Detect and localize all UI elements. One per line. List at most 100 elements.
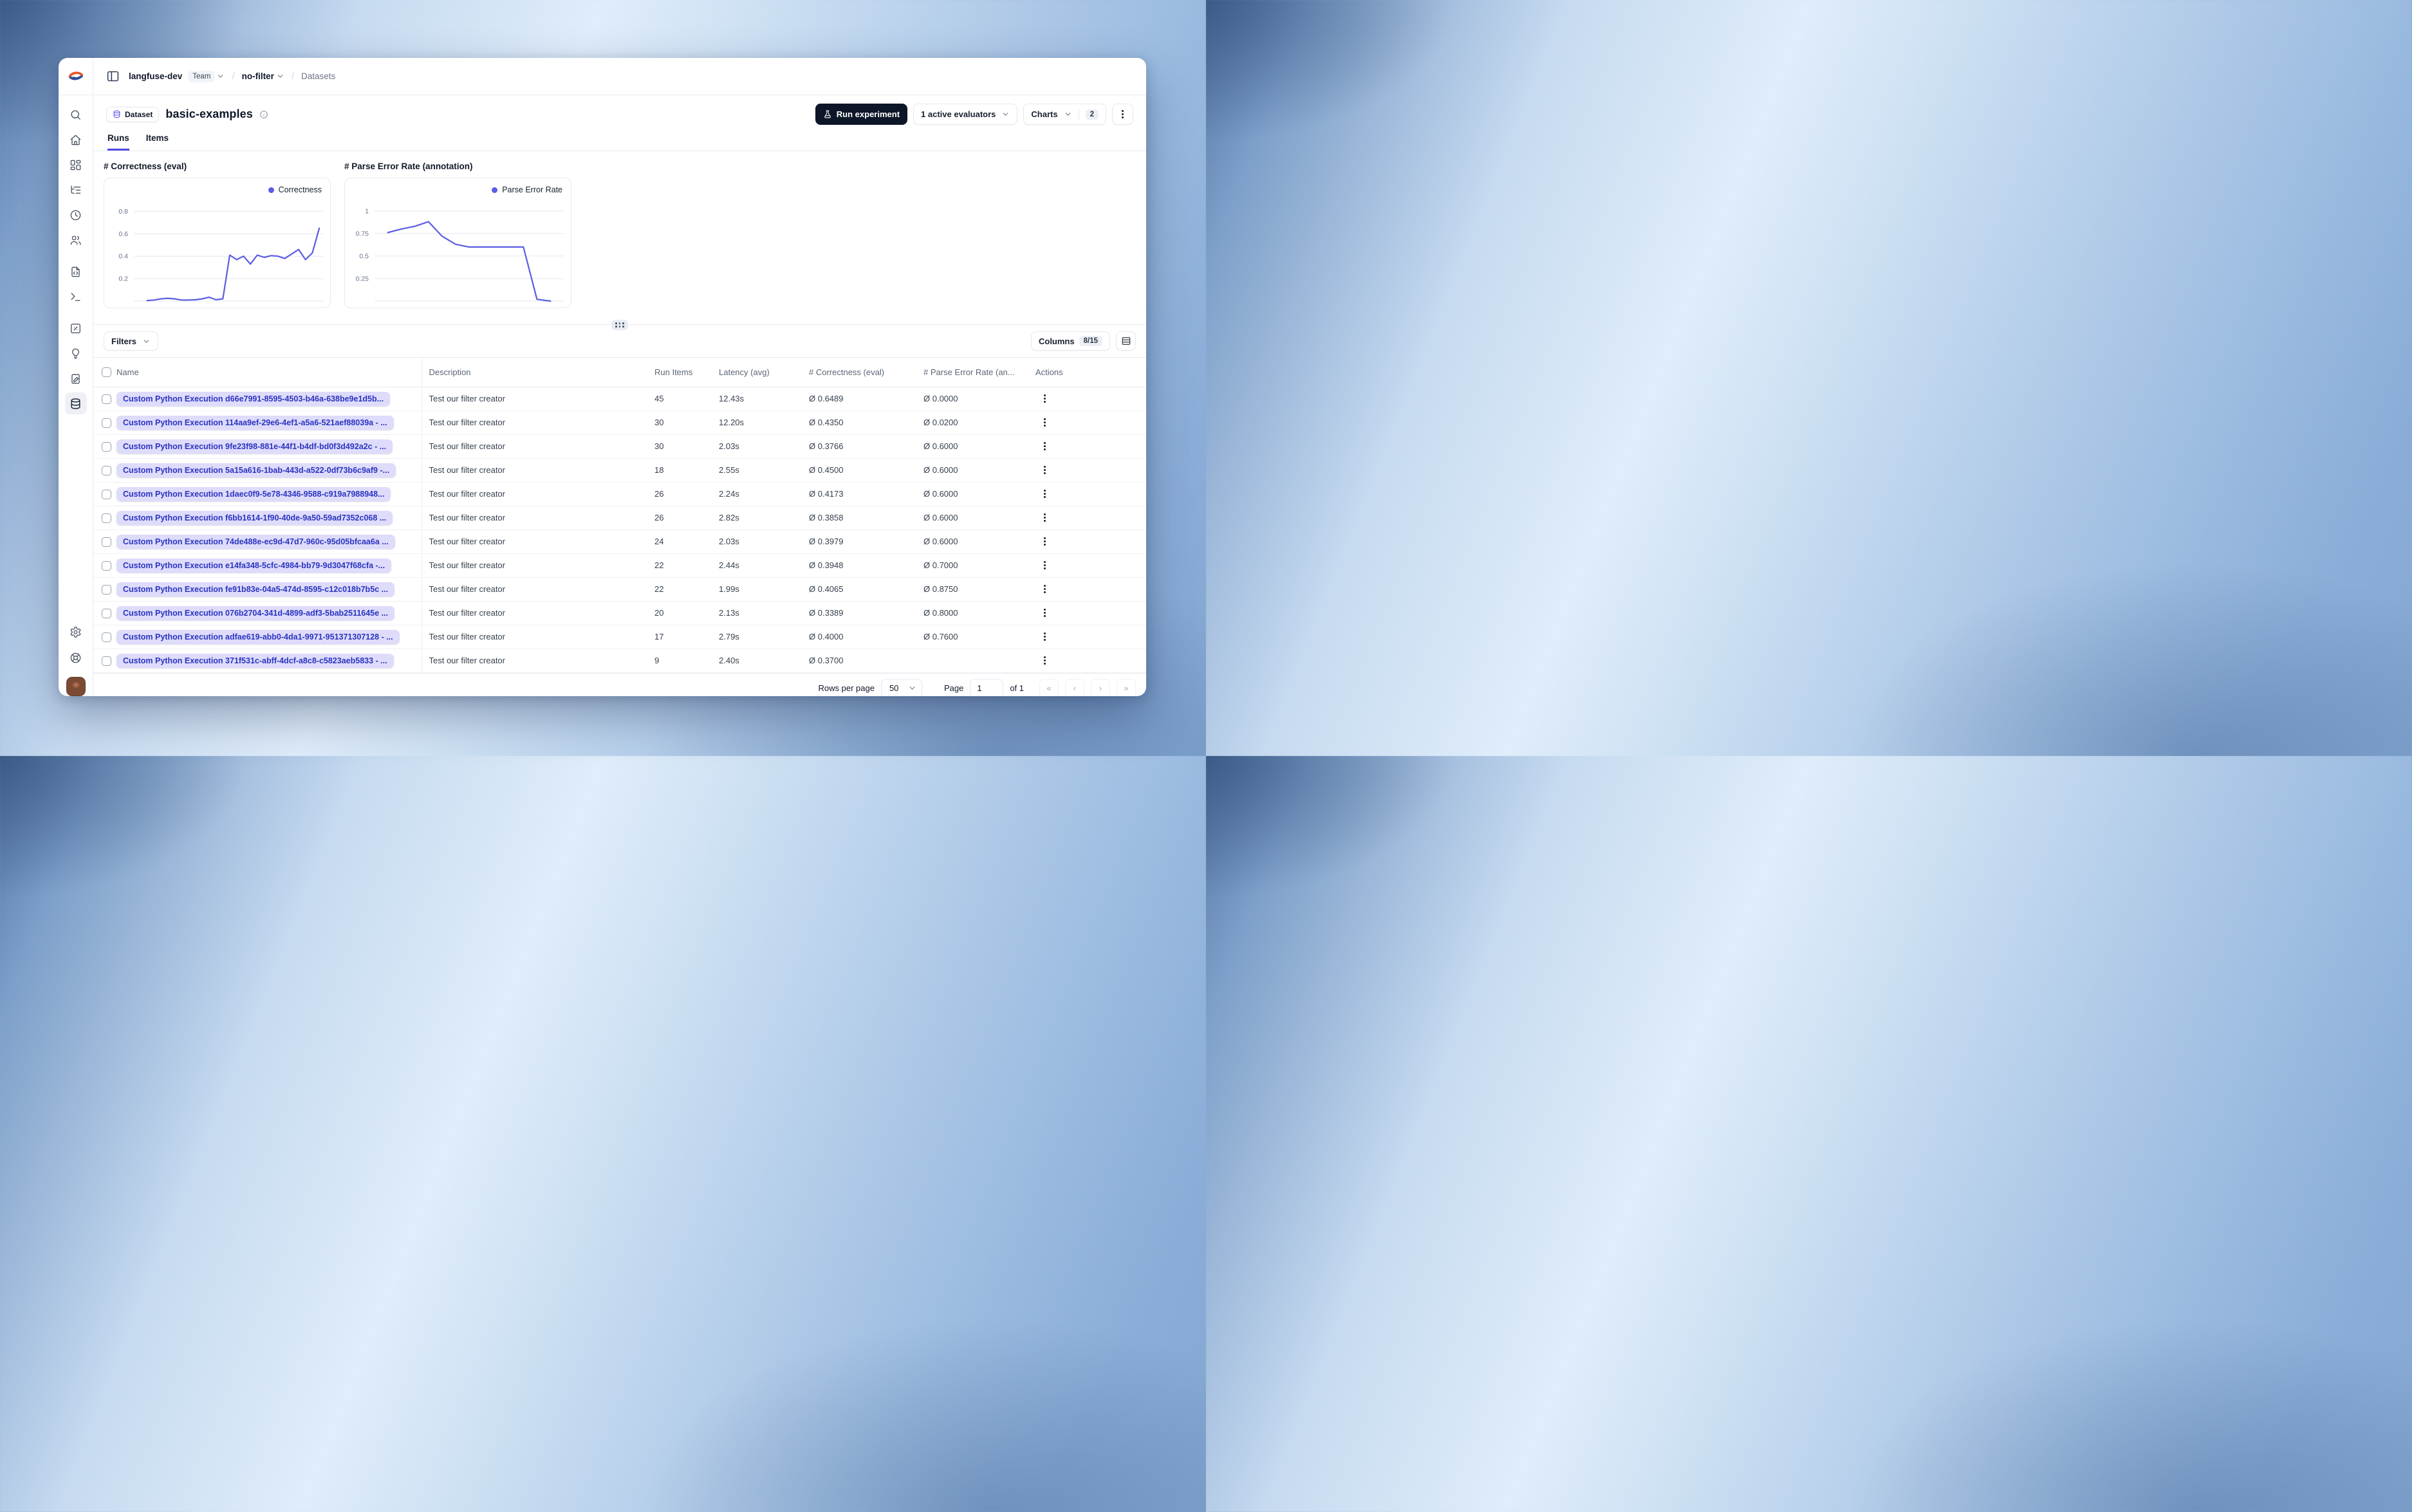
table-row[interactable]: Custom Python Execution e14fa348-5cfc-49…	[93, 553, 1146, 578]
sidebar-item-users[interactable]	[65, 229, 87, 251]
row-actions-button[interactable]	[1044, 584, 1146, 594]
row-checkbox[interactable]	[102, 513, 111, 523]
table-row[interactable]: Custom Python Execution 076b2704-341d-48…	[93, 601, 1146, 625]
charts-dropdown[interactable]: Charts 2	[1023, 104, 1106, 125]
row-actions-button[interactable]	[1044, 632, 1146, 641]
row-checkbox[interactable]	[102, 584, 111, 595]
rows-per-page-select[interactable]: 50	[880, 678, 922, 696]
sidebar-item-datasets[interactable]	[64, 392, 87, 414]
select-all-checkbox[interactable]	[102, 367, 111, 378]
column-header-correctness[interactable]: # Correctness (eval)	[804, 358, 919, 387]
environment-switcher[interactable]: no-filter	[242, 71, 284, 81]
sidebar-item-dashboards[interactable]	[65, 154, 87, 176]
svg-text:0.5: 0.5	[359, 252, 369, 260]
resize-grip-handle[interactable]	[611, 320, 628, 330]
table-row[interactable]: Custom Python Execution f6bb1614-1f90-40…	[93, 506, 1146, 530]
table-row[interactable]: Custom Python Execution 1daec0f9-5e78-43…	[93, 482, 1146, 506]
row-actions-button[interactable]	[1044, 656, 1146, 665]
row-actions-button[interactable]	[1044, 537, 1146, 546]
sidebar-item-annotation[interactable]	[65, 367, 87, 389]
previous-page-button[interactable]: ‹	[1065, 678, 1084, 696]
langfuse-logo-icon[interactable]	[68, 68, 84, 85]
row-checkbox[interactable]	[102, 489, 111, 499]
row-checkbox[interactable]	[102, 656, 111, 666]
page-label: Page	[943, 683, 964, 693]
run-name-link[interactable]: Custom Python Execution 1daec0f9-5e78-43…	[116, 486, 391, 501]
row-height-button[interactable]	[1116, 331, 1136, 351]
run-name-link[interactable]: Custom Python Execution adfae619-abb0-4d…	[116, 629, 400, 644]
section-splitter	[93, 320, 1146, 330]
page-number-input[interactable]	[970, 678, 1004, 696]
row-checkbox[interactable]	[102, 560, 111, 571]
first-page-button[interactable]: «	[1039, 678, 1059, 696]
table-row[interactable]: Custom Python Execution 5a15a616-1bab-44…	[93, 458, 1146, 483]
sidebar-item-search[interactable]	[65, 104, 87, 125]
sidebar-toggle-icon[interactable]	[106, 69, 120, 83]
user-avatar[interactable]	[66, 676, 86, 696]
sidebar-item-evaluation[interactable]	[65, 317, 87, 339]
run-experiment-button[interactable]: Run experiment	[815, 104, 908, 125]
run-name-link[interactable]: Custom Python Execution fe91b83e-04a5-47…	[116, 582, 394, 596]
table-row[interactable]: Custom Python Execution 114aa9ef-29e6-4e…	[93, 410, 1146, 435]
info-icon[interactable]	[259, 110, 268, 119]
run-name-link[interactable]: Custom Python Execution e14fa348-5cfc-49…	[116, 558, 392, 573]
columns-button[interactable]: Columns 8/15	[1030, 331, 1110, 351]
sidebar-item-support[interactable]	[65, 647, 87, 669]
sidebar-item-prompts[interactable]	[65, 261, 87, 282]
run-name-link[interactable]: Custom Python Execution 9fe23f98-881e-44…	[116, 439, 393, 454]
row-checkbox[interactable]	[102, 608, 111, 618]
tab-items[interactable]: Items	[146, 133, 169, 151]
column-header-parse-error-rate[interactable]: # Parse Error Rate (an...	[919, 358, 1031, 387]
next-page-button[interactable]: ›	[1091, 678, 1110, 696]
row-checkbox[interactable]	[102, 418, 111, 428]
correctness-value: Ø 0.3766	[804, 434, 919, 459]
row-actions-button[interactable]	[1044, 465, 1146, 475]
run-name-link[interactable]: Custom Python Execution 5a15a616-1bab-44…	[116, 463, 396, 477]
row-checkbox[interactable]	[102, 632, 111, 642]
run-name-link[interactable]: Custom Python Execution 74de488e-ec9d-47…	[116, 534, 395, 549]
run-name-link[interactable]: Custom Python Execution d66e7991-8595-45…	[116, 391, 391, 406]
row-actions-button[interactable]	[1044, 513, 1146, 522]
sidebar-item-sessions[interactable]	[65, 204, 87, 226]
run-name-link[interactable]: Custom Python Execution 371f531c-abff-4d…	[116, 653, 394, 668]
evaluators-dropdown[interactable]: 1 active evaluators	[913, 104, 1018, 125]
sidebar-item-home[interactable]	[65, 129, 87, 151]
tab-runs[interactable]: Runs	[107, 133, 129, 151]
row-actions-button[interactable]	[1044, 441, 1146, 451]
org-switcher[interactable]: Team	[188, 70, 225, 82]
row-actions-button[interactable]	[1044, 608, 1146, 618]
sidebar-item-llm-as-a-judge[interactable]	[65, 342, 87, 364]
table-row[interactable]: Custom Python Execution 74de488e-ec9d-47…	[93, 530, 1146, 554]
table-row[interactable]: Custom Python Execution adfae619-abb0-4d…	[93, 625, 1146, 649]
run-name-link[interactable]: Custom Python Execution 076b2704-341d-48…	[116, 605, 394, 620]
sidebar-item-settings[interactable]	[65, 622, 87, 643]
row-actions-button[interactable]	[1044, 418, 1146, 427]
row-checkbox[interactable]	[102, 394, 111, 404]
sidebar-item-playground[interactable]	[65, 286, 87, 308]
run-name-link[interactable]: Custom Python Execution f6bb1614-1f90-40…	[116, 510, 393, 525]
table-row[interactable]: Custom Python Execution d66e7991-8595-45…	[93, 387, 1146, 411]
filters-button[interactable]: Filters	[104, 331, 159, 351]
table-row[interactable]: Custom Python Execution 371f531c-abff-4d…	[93, 649, 1146, 673]
run-description: Test our filter creator	[422, 577, 650, 602]
column-header-run-items[interactable]: Run Items	[650, 358, 714, 387]
column-header-name[interactable]: Name	[116, 358, 422, 387]
row-checkbox[interactable]	[102, 537, 111, 547]
row-actions-button[interactable]	[1044, 489, 1146, 499]
lightbulb-icon	[72, 348, 79, 359]
row-checkbox[interactable]	[102, 441, 111, 452]
breadcrumb-section[interactable]: Datasets	[301, 71, 335, 81]
table-row[interactable]: Custom Python Execution 9fe23f98-881e-44…	[93, 434, 1146, 459]
column-header-latency[interactable]: Latency (avg)	[714, 358, 804, 387]
row-actions-button[interactable]	[1044, 394, 1146, 403]
sidebar-item-tracing[interactable]	[65, 179, 87, 201]
more-actions-button[interactable]	[1112, 104, 1133, 125]
row-actions-button[interactable]	[1044, 560, 1146, 570]
table-row[interactable]: Custom Python Execution fe91b83e-04a5-47…	[93, 577, 1146, 602]
breadcrumb-project[interactable]: langfuse-dev	[129, 71, 182, 81]
last-page-button[interactable]: »	[1117, 678, 1136, 696]
row-checkbox[interactable]	[102, 465, 111, 475]
run-items-value: 22	[650, 553, 714, 578]
run-name-link[interactable]: Custom Python Execution 114aa9ef-29e6-4e…	[116, 415, 394, 430]
column-header-description[interactable]: Description	[422, 358, 650, 387]
